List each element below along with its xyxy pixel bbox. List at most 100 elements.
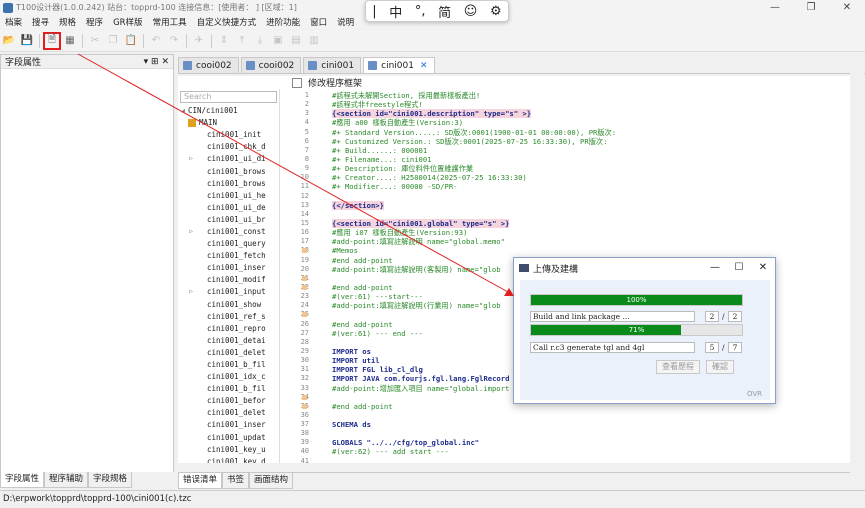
- code-line[interactable]: {<section id="cini001.global" type="s" >…: [332, 218, 850, 228]
- code-line[interactable]: #+ Build......: 000001: [332, 146, 850, 155]
- breakpoint-marker[interactable]: [302, 394, 307, 400]
- code-line[interactable]: [332, 192, 850, 201]
- tree-item[interactable]: cini001_ui_he: [178, 190, 279, 202]
- menu-item[interactable]: 档案: [0, 16, 27, 28]
- close-button[interactable]: ✕: [829, 0, 865, 15]
- restore-button[interactable]: ❐: [793, 0, 829, 15]
- tree-item[interactable]: cini001_delet: [178, 347, 279, 359]
- minimize-button[interactable]: —: [757, 0, 793, 15]
- code-line[interactable]: #Memos: [332, 246, 850, 255]
- tree-item[interactable]: cini001_idx_c: [178, 371, 279, 383]
- menu-item[interactable]: 说明: [332, 16, 359, 28]
- breakpoint-marker[interactable]: [302, 312, 307, 318]
- move-top-icon[interactable]: ⤒: [233, 32, 251, 50]
- copy-block-icon[interactable]: ▣: [269, 32, 287, 50]
- confirm-button[interactable]: 確認: [706, 360, 734, 374]
- code-line[interactable]: #應用 a00 樣板自動產生(Version:3): [332, 118, 850, 127]
- tab-cini001[interactable]: cini001: [303, 57, 362, 73]
- tab-field-properties[interactable]: 字段属性: [0, 472, 45, 488]
- code-line[interactable]: SCHEMA ds: [332, 420, 850, 429]
- copy-icon[interactable]: ❐: [104, 32, 122, 50]
- breakpoint-marker[interactable]: [302, 284, 307, 290]
- paste-icon[interactable]: 📋: [122, 32, 140, 50]
- tree-item[interactable]: cini001_inser: [178, 419, 279, 431]
- menu-item[interactable]: 规格: [54, 16, 81, 28]
- tree-item[interactable]: cini001_brows: [178, 165, 279, 177]
- build-icon[interactable]: ✈: [190, 32, 208, 50]
- tree-item[interactable]: cini001_ref_s: [178, 311, 279, 323]
- code-line[interactable]: GLOBALS "../../cfg/top_global.inc": [332, 438, 850, 447]
- chevron-right-icon[interactable]: ▷: [186, 226, 196, 238]
- save-all-icon[interactable]: ▥: [305, 32, 323, 50]
- tree-item[interactable]: cini001_updat: [178, 432, 279, 444]
- code-line[interactable]: {</section>}: [332, 200, 850, 210]
- code-line[interactable]: [332, 411, 850, 420]
- search-input[interactable]: Search: [180, 91, 277, 103]
- new-file-icon[interactable]: 🗎: [43, 31, 61, 50]
- modify-framework-checkbox[interactable]: [292, 77, 302, 88]
- code-line[interactable]: [332, 429, 850, 438]
- tree-item[interactable]: cini001_b_fil: [178, 383, 279, 395]
- tab-field-spec[interactable]: 字段规格: [88, 472, 133, 488]
- save-icon[interactable]: 💾: [18, 32, 36, 50]
- cut-icon[interactable]: ✂: [86, 32, 104, 50]
- tree-item[interactable]: cini001_b_fil: [178, 359, 279, 371]
- code-line[interactable]: #+ Description: 庫位料件位置維護作業: [332, 164, 850, 173]
- tree-item[interactable]: cini001_query: [178, 238, 279, 250]
- move-bottom-icon[interactable]: ⤓: [251, 32, 269, 50]
- ime-punctuation[interactable]: °,: [415, 4, 426, 19]
- code-line[interactable]: #該程式未解開Section, 採用最新樣板產出!: [332, 91, 850, 100]
- tree-item[interactable]: cini001_befor: [178, 395, 279, 407]
- chevron-down-icon[interactable]: ◢: [178, 105, 188, 117]
- tree-item[interactable]: cini001_chk_d: [178, 141, 279, 153]
- dialog-close-button[interactable]: ✕: [751, 258, 775, 278]
- dialog-maximize-button[interactable]: ☐: [727, 258, 751, 278]
- tree-item[interactable]: cini001_init: [178, 129, 279, 141]
- tree-root[interactable]: ◢ CIN/cini001: [178, 105, 279, 117]
- code-line[interactable]: #該程式非freestyle程式!: [332, 100, 850, 109]
- code-line[interactable]: #add-point:填寫註解說明 name="global.memo": [332, 237, 850, 246]
- redo-icon[interactable]: ↷: [165, 32, 183, 50]
- tree-item[interactable]: cini001_ui_br: [178, 214, 279, 226]
- tab-cooi002[interactable]: cooi002: [178, 57, 239, 73]
- tree-item[interactable]: MAIN: [178, 117, 279, 129]
- close-icon[interactable]: ✕: [420, 61, 428, 71]
- menu-item[interactable]: 进阶功能: [261, 16, 305, 28]
- breakpoint-marker[interactable]: [302, 403, 307, 409]
- tab-error-list[interactable]: 错误清单: [178, 473, 223, 489]
- form-design-icon[interactable]: ▦: [61, 32, 79, 50]
- breakpoint-marker[interactable]: [302, 248, 307, 254]
- code-line[interactable]: #+ Customized Version.: SD版次:0001(2025-0…: [332, 137, 850, 146]
- tree-item[interactable]: cini001_fetch: [178, 250, 279, 262]
- tree-item[interactable]: cini001_ui_de: [178, 202, 279, 214]
- dialog-minimize-button[interactable]: —: [703, 258, 727, 278]
- menu-item[interactable]: 常用工具: [148, 16, 192, 28]
- menu-item[interactable]: 自定义快捷方式: [192, 16, 262, 28]
- chevron-right-icon[interactable]: ▷: [186, 153, 196, 165]
- menu-item[interactable]: 程序: [81, 16, 108, 28]
- code-line[interactable]: {<section id="cini001.description" type=…: [332, 109, 850, 119]
- move-up-icon[interactable]: ⇕: [215, 32, 233, 50]
- tree-item[interactable]: cini001_brows: [178, 178, 279, 190]
- tree-item[interactable]: cini001_detai: [178, 335, 279, 347]
- tab-cooi002[interactable]: cooi002: [240, 57, 302, 73]
- code-line[interactable]: #(ver:62) --- add start ---: [332, 447, 850, 456]
- breakpoint-marker[interactable]: [302, 275, 307, 281]
- paste-block-icon[interactable]: ▤: [287, 32, 305, 50]
- menu-item[interactable]: 搜寻: [27, 16, 54, 28]
- tab-bookmarks[interactable]: 书签: [222, 473, 250, 489]
- chevron-right-icon[interactable]: ▷: [186, 286, 196, 298]
- tree-item[interactable]: cini001_show: [178, 299, 279, 311]
- panel-controls[interactable]: ▾ ⊞ ✕: [144, 57, 169, 67]
- code-line[interactable]: #+ Modifier...: 00000 -SD/PR-: [332, 182, 850, 191]
- code-line[interactable]: #+ Standard Version.....: SD版次:0001(1900…: [332, 128, 850, 137]
- menu-item[interactable]: 窗口: [305, 16, 332, 28]
- tab-program-assist[interactable]: 程序辅助: [44, 472, 89, 488]
- menu-item[interactable]: GR样版: [108, 16, 148, 28]
- tree-item[interactable]: ▷ cini001_ui_di: [178, 153, 279, 165]
- code-line[interactable]: #應用 i07 樣板自動產生(Version:93): [332, 228, 850, 237]
- folder-open-icon[interactable]: 📂: [0, 32, 18, 50]
- view-history-button[interactable]: 查看歷程: [656, 360, 700, 374]
- tree-item[interactable]: cini001_key_u: [178, 444, 279, 456]
- tree-item[interactable]: ▷ cini001_const: [178, 226, 279, 238]
